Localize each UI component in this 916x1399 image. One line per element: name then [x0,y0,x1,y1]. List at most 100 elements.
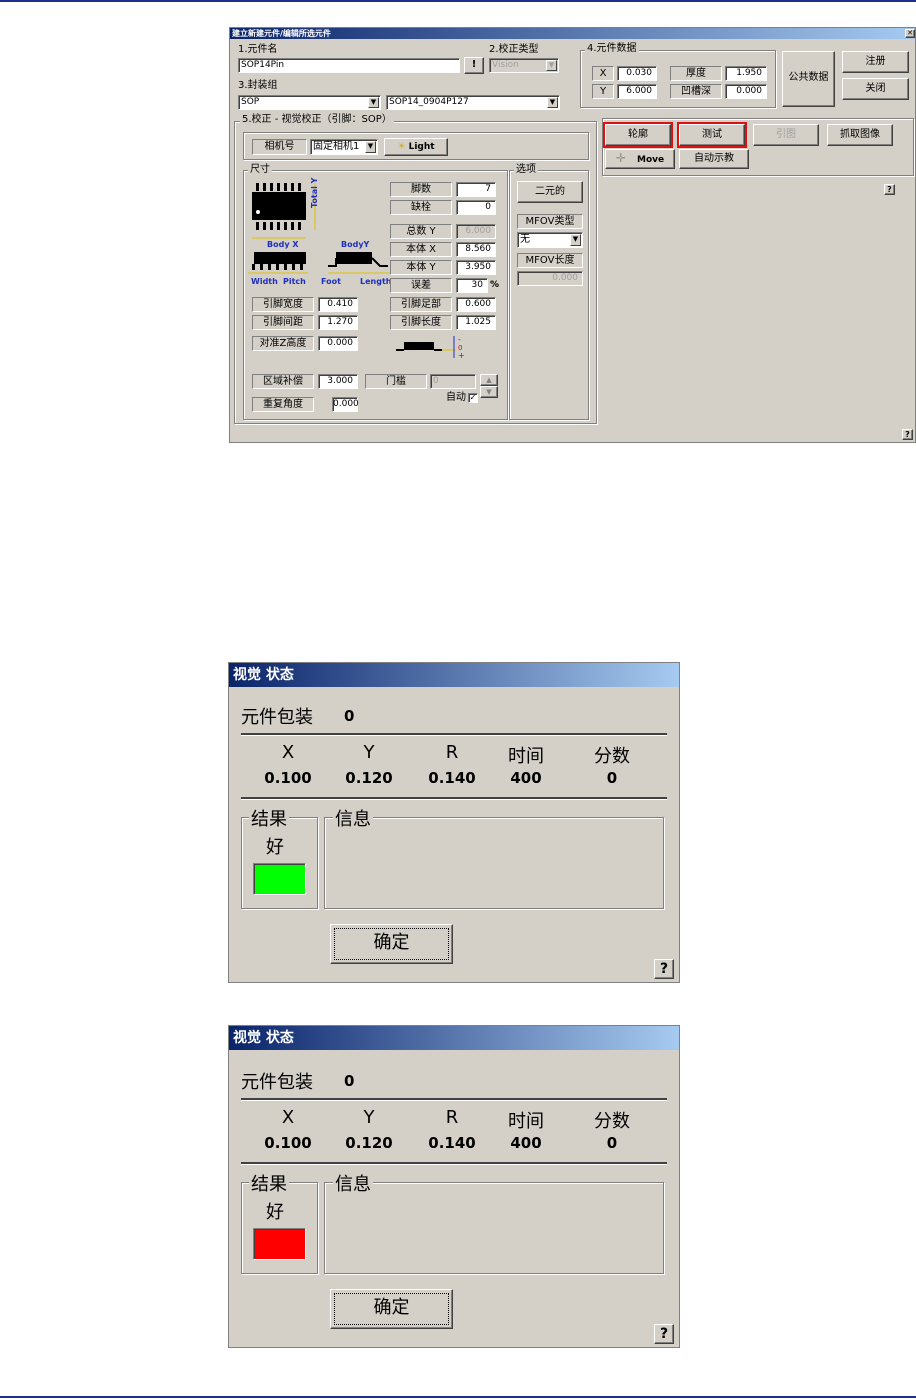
align-z-label: 对准Z高度 [252,336,314,351]
body-x-label: 本体 X [390,242,452,257]
part-name-input[interactable]: SOP14Pin [238,58,460,73]
pin-count-input[interactable]: 7 [456,182,496,197]
register-button[interactable]: 注册 [842,51,909,73]
chevron-down-icon: ▼ [368,97,379,108]
body-y-label: 本体 Y [390,260,452,275]
chevron-down-icon: ▼ [570,234,581,246]
result-value: 好 [266,837,284,858]
package-group-label: 3.封装组 [238,80,278,91]
col-y-header: Y [363,1107,375,1128]
camera-select[interactable]: 固定相机1 ▼ [310,139,378,155]
missing-label: 缺栓 [390,200,452,215]
body-x-input[interactable]: 8.560 [456,242,496,257]
ok-button[interactable]: 确定 [330,1289,453,1329]
col-time-header: 时间 [508,1111,544,1132]
x-value: 0.100 [264,1134,312,1152]
status-titlebar: 视觉 状态 [229,663,679,687]
mfov-type-label: MFOV类型 [517,214,583,229]
close-icon[interactable]: ✕ [905,29,915,38]
z-height-diagram: - 0 + [396,335,465,360]
pin-count-label: 脚数 [390,182,452,197]
light-button[interactable]: ☀ Light [384,138,448,156]
info-label: 信息 [333,1170,373,1196]
light-bulb-icon: ☀ [397,142,406,152]
help-icon[interactable]: ? [902,429,913,440]
y-value: 0.120 [345,1134,393,1152]
separator [241,1162,667,1165]
y-value: 0.120 [345,769,393,787]
col-score-header: 分数 [594,1111,630,1132]
auto-checkbox[interactable]: ✓ [468,393,478,403]
recess-input[interactable]: 0.000 [725,84,767,99]
chevron-down-icon: ▼ [546,60,557,71]
tolerance-label: 误差 [390,278,452,293]
col-x-header: X [281,1107,295,1128]
score-value: 0 [606,769,618,787]
repeat-angle-input[interactable]: 0.000 [332,397,359,412]
diagram-foot-label: Foot [321,277,341,286]
lead-pitch-input[interactable]: 1.270 [318,315,358,330]
package-select[interactable]: SOP ▼ [238,95,381,110]
capture-image-button[interactable]: 抓取图像 [827,124,893,146]
camera-label: 相机号 [252,139,307,155]
help-icon[interactable]: ? [654,959,674,979]
package-value: SOP [241,97,260,107]
area-comp-label: 区域补偿 [252,374,314,389]
sop-package-diagram [248,183,390,274]
area-comp-input[interactable]: 3.000 [318,374,358,389]
result-indicator [253,863,306,895]
col-score-header: 分数 [594,746,630,767]
total-y-input[interactable]: 6.000 [456,224,496,239]
mfov-type-value: 无 [520,234,530,245]
lead-foot-input[interactable]: 0.600 [456,297,496,312]
info-group [324,817,664,909]
score-value: 0 [606,1134,618,1152]
part-name-exclaim-button[interactable]: ! [464,57,484,74]
common-data-button[interactable]: 公共数据 [782,51,835,107]
status-title: 视觉 状态 [233,667,294,683]
outline-button[interactable]: 轮廓 [603,122,673,148]
tolerance-input[interactable]: 30 [456,278,488,293]
result-value: 好 [266,1202,284,1223]
help-icon[interactable]: ? [884,184,895,195]
close-button[interactable]: 关闭 [842,78,909,100]
mfov-length-label: MFOV长度 [517,253,583,268]
mfov-type-select[interactable]: 无 ▼ [517,232,583,248]
tolerance-unit: % [490,280,500,290]
align-type-select[interactable]: Vision ▼ [489,58,559,73]
auto-teach-button[interactable]: 自动示教 [679,149,749,169]
time-value: 400 [510,1134,542,1152]
threshold-label: 门槛 [365,374,427,389]
missing-input[interactable]: 0 [456,200,496,215]
help-icon[interactable]: ? [654,1324,674,1344]
test-button[interactable]: 测试 [677,122,747,148]
lead-width-input[interactable]: 0.410 [318,297,358,312]
diagram-width-label: Width [251,277,278,286]
chevron-down-icon: ▼ [365,141,376,153]
thickness-input[interactable]: 1.950 [725,66,767,81]
y-input[interactable]: 6.000 [617,84,657,99]
mfov-length-input[interactable]: 0.000 [517,271,583,286]
threshold-input[interactable]: 0 [430,374,476,389]
lead-width-label: 引脚宽度 [252,297,314,312]
move-button-label: Move [637,155,665,165]
vision-status-dialog-good: 视觉 状态 元件包装 0 X Y R 时间 分数 0.100 0.120 0.1… [228,662,680,983]
move-button[interactable]: ✛ Move [605,149,675,169]
align-z-input[interactable]: 0.000 [318,336,358,351]
component-editor-dialog: 建立新建元件/编辑所选元件 ✕ 1.元件名 SOP14Pin ! 2.校正类型 … [229,27,916,443]
threshold-up-button[interactable]: ▲ [480,374,498,386]
draw-button[interactable]: 引图 [753,124,819,146]
chevron-down-icon: ▼ [547,97,558,108]
binary-button[interactable]: 二元的 [517,181,583,203]
y-label: Y [592,84,614,99]
threshold-down-button[interactable]: ▼ [480,386,498,398]
dialog-title: 建立新建元件/编辑所选元件 [232,29,331,38]
package-sub-select[interactable]: SOP14_0904P127 ▼ [386,95,560,110]
lead-length-input[interactable]: 1.025 [456,315,496,330]
thickness-label: 厚度 [670,66,722,81]
x-input[interactable]: 0.030 [617,66,657,81]
result-label: 结果 [249,805,289,831]
ok-button[interactable]: 确定 [330,924,453,964]
options-group-label: 选项 [514,164,538,176]
body-y-input[interactable]: 3.950 [456,260,496,275]
